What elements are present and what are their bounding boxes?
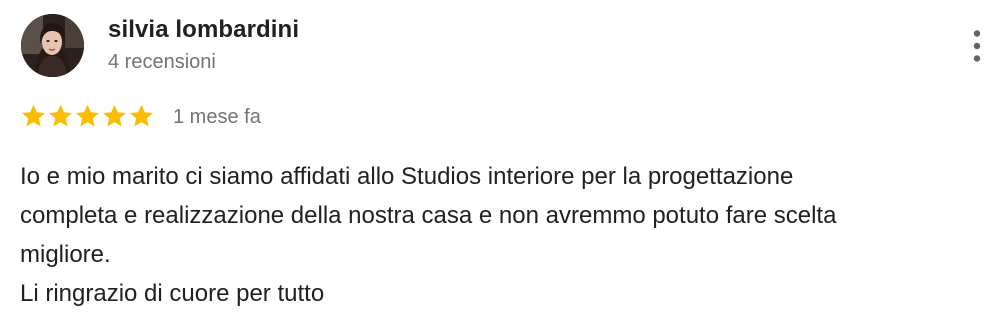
review-text-line: migliore. [20,241,111,268]
author-review-count: 4 recensioni [108,51,216,73]
star-icon [103,104,126,127]
author-name[interactable]: silvia lombardini [108,16,299,44]
author-avatar[interactable] [21,14,84,77]
review-text-line: Io e mio marito ci siamo affidati allo S… [20,163,794,190]
star-icon [49,104,72,127]
review-text-line: completa e realizzazione della nostra ca… [20,202,837,229]
review-text: Io e mio marito ci siamo affidati allo S… [20,157,995,313]
review-text-line: Li ringrazio di cuore per tutto [20,280,325,307]
star-icon [76,104,99,127]
review-card: silvia lombardini 4 recensioni 1 mese fa… [0,0,1008,316]
review-time: 1 mese fa [173,106,261,128]
star-rating [20,103,155,129]
avatar-photo [21,14,84,77]
star-icon [130,104,153,127]
more-options-button[interactable] [962,26,992,66]
star-icon [22,104,45,127]
more-vert-icon [973,30,981,62]
